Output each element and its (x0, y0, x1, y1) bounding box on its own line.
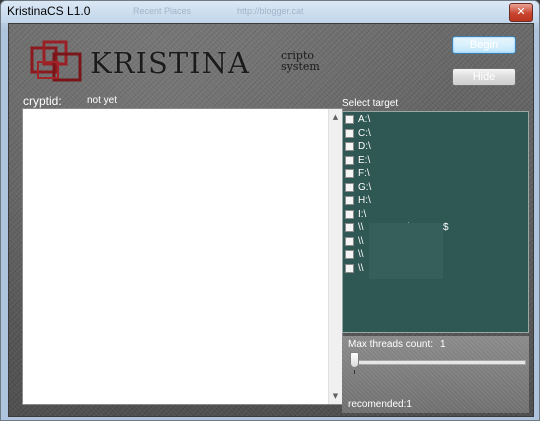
target-checkbox[interactable] (345, 263, 354, 273)
target-item-label: C:\ (358, 127, 371, 139)
target-checkbox[interactable] (345, 155, 354, 165)
max-threads-label: Max threads count: (348, 339, 434, 350)
target-checkbox[interactable] (345, 209, 354, 219)
scroll-down-arrow-icon[interactable]: ▼ (329, 390, 342, 402)
log-textarea[interactable]: ▲ ▼ (22, 108, 343, 405)
target-item-label: F:\ (358, 168, 370, 180)
select-target-label: Select target (342, 98, 399, 109)
cryptid-label: cryptid: (23, 94, 62, 108)
target-item-label: I:\ (358, 208, 367, 220)
scroll-up-arrow-icon[interactable]: ▲ (329, 111, 342, 123)
cryptid-value: not yet (87, 95, 118, 106)
begin-button[interactable]: Begin (452, 36, 516, 54)
logo-squares-icon (30, 40, 82, 82)
target-item[interactable]: A:\ (345, 113, 449, 127)
kristina-logo: KRISTINA cripto system (30, 40, 330, 84)
threads-slider-thumb[interactable] (350, 352, 359, 368)
target-item[interactable]: F:\ (345, 167, 449, 181)
target-item-label: D:\ (358, 141, 371, 153)
target-item[interactable]: G:\ (345, 181, 449, 195)
logo-subtitle-system: system (281, 60, 320, 73)
window-title: KristinaCS L1.0 (7, 4, 91, 18)
target-checkbox[interactable] (345, 196, 354, 206)
target-item-label: H:\ (358, 195, 371, 207)
threads-panel: Max threads count: 1 recomended:1 (342, 336, 529, 413)
client-area: KRISTINA cripto system Begin Hide crypti… (8, 23, 534, 417)
target-item[interactable]: E:\ (345, 154, 449, 168)
target-item-label: E:\ (358, 154, 371, 166)
recommended-threads-label: recomended:1 (348, 399, 412, 410)
target-item[interactable]: C:\ (345, 127, 449, 141)
target-checkbox[interactable] (345, 142, 354, 152)
redacted-host-area (369, 223, 443, 279)
threads-slider-track[interactable] (352, 360, 526, 365)
target-checkbox[interactable] (345, 223, 354, 233)
title-bar[interactable]: KristinaCS L1.0 Recent Places http://blo… (1, 1, 539, 23)
target-checklist: A:\C:\D:\E:\F:\G:\H:\I:\\\ \ADMIN$\\ \C$… (342, 111, 529, 333)
target-item[interactable]: D:\ (345, 140, 449, 154)
max-threads-value: 1 (440, 339, 446, 350)
target-item-label: A:\ (358, 114, 371, 126)
hide-button[interactable]: Hide (452, 68, 516, 86)
target-checkbox[interactable] (345, 182, 354, 192)
logo-wordmark: KRISTINA (90, 46, 250, 80)
slider-tick-mark (354, 370, 523, 374)
app-window: KristinaCS L1.0 Recent Places http://blo… (0, 0, 540, 421)
log-scrollbar[interactable]: ▲ ▼ (328, 109, 342, 404)
target-checkbox[interactable] (345, 115, 354, 125)
target-checkbox[interactable] (345, 236, 354, 246)
target-checkbox[interactable] (345, 169, 354, 179)
target-checkbox[interactable] (345, 250, 354, 260)
background-window-text: Recent Places (133, 6, 192, 16)
target-checkbox[interactable] (345, 128, 354, 138)
close-button[interactable]: ✕ (509, 3, 533, 22)
target-item-label: G:\ (358, 181, 372, 193)
target-item[interactable]: H:\ (345, 194, 449, 208)
target-item[interactable]: I:\ (345, 208, 449, 222)
background-window-url: http://blogger.cat (237, 6, 304, 16)
